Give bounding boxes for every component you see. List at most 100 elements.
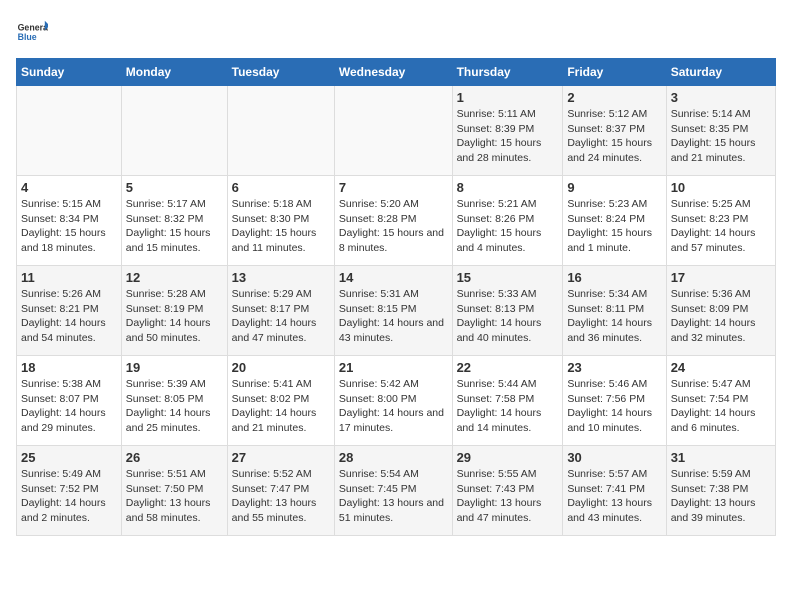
day-number: 31 [671, 450, 771, 465]
day-number: 17 [671, 270, 771, 285]
day-info: Sunrise: 5:23 AM Sunset: 8:24 PM Dayligh… [567, 197, 661, 256]
day-number: 23 [567, 360, 661, 375]
day-number: 11 [21, 270, 117, 285]
week-row-2: 4 Sunrise: 5:15 AM Sunset: 8:34 PM Daylig… [17, 176, 776, 266]
day-number: 4 [21, 180, 117, 195]
column-header-wednesday: Wednesday [334, 59, 452, 86]
column-header-monday: Monday [121, 59, 227, 86]
calendar-cell: 7Sunrise: 5:20 AM Sunset: 8:28 PM Daylig… [334, 176, 452, 266]
calendar-cell: 10 Sunrise: 5:25 AM Sunset: 8:23 PM Dayli… [666, 176, 775, 266]
day-info: Sunrise: 5:51 AM Sunset: 7:50 PM Dayligh… [126, 467, 223, 526]
day-info: Sunrise: 5:21 AM Sunset: 8:26 PM Dayligh… [457, 197, 559, 256]
day-info: Sunrise: 5:15 AM Sunset: 8:34 PM Dayligh… [21, 197, 117, 256]
day-number: 9 [567, 180, 661, 195]
day-info: Sunrise: 5:29 AM Sunset: 8:17 PM Dayligh… [232, 287, 330, 346]
day-info: Sunrise: 5:31 AM Sunset: 8:15 PM Dayligh… [339, 287, 448, 346]
day-info: Sunrise: 5:18 AM Sunset: 8:30 PM Dayligh… [232, 197, 330, 256]
day-number: 2 [567, 90, 661, 105]
calendar-cell: 5Sunrise: 5:17 AM Sunset: 8:32 PM Daylig… [121, 176, 227, 266]
day-number: 26 [126, 450, 223, 465]
column-header-saturday: Saturday [666, 59, 775, 86]
calendar-cell: 31 Sunrise: 5:59 AM Sunset: 7:38 PM Dayli… [666, 446, 775, 536]
calendar-cell: 11 Sunrise: 5:26 AM Sunset: 8:21 PM Dayli… [17, 266, 122, 356]
day-info: Sunrise: 5:25 AM Sunset: 8:23 PM Dayligh… [671, 197, 771, 256]
day-number: 15 [457, 270, 559, 285]
day-info: Sunrise: 5:59 AM Sunset: 7:38 PM Dayligh… [671, 467, 771, 526]
day-number: 5 [126, 180, 223, 195]
day-number: 25 [21, 450, 117, 465]
calendar-cell [227, 86, 334, 176]
calendar-cell [17, 86, 122, 176]
day-number: 19 [126, 360, 223, 375]
calendar-cell [121, 86, 227, 176]
day-number: 6 [232, 180, 330, 195]
svg-text:Blue: Blue [18, 32, 37, 42]
calendar-cell: 6 Sunrise: 5:18 AM Sunset: 8:30 PM Daylig… [227, 176, 334, 266]
day-info: Sunrise: 5:34 AM Sunset: 8:11 PM Dayligh… [567, 287, 661, 346]
calendar-cell: 21 Sunrise: 5:42 AM Sunset: 8:00 PM Dayli… [334, 356, 452, 446]
calendar-cell: 30 Sunrise: 5:57 AM Sunset: 7:41 PM Dayli… [563, 446, 666, 536]
day-number: 8 [457, 180, 559, 195]
calendar-cell: 18Sunrise: 5:38 AM Sunset: 8:07 PM Dayli… [17, 356, 122, 446]
logo-icon: General Blue [16, 16, 48, 48]
day-number: 1 [457, 90, 559, 105]
calendar-cell: 26 Sunrise: 5:51 AM Sunset: 7:50 PM Dayli… [121, 446, 227, 536]
calendar-cell: 17 Sunrise: 5:36 AM Sunset: 8:09 PM Dayli… [666, 266, 775, 356]
week-row-1: 1 Sunrise: 5:11 AM Sunset: 8:39 PM Daylig… [17, 86, 776, 176]
day-info: Sunrise: 5:39 AM Sunset: 8:05 PM Dayligh… [126, 377, 223, 436]
day-number: 18 [21, 360, 117, 375]
calendar-cell: 29Sunrise: 5:55 AM Sunset: 7:43 PM Dayli… [452, 446, 563, 536]
calendar-cell: 25 Sunrise: 5:49 AM Sunset: 7:52 PM Dayli… [17, 446, 122, 536]
day-info: Sunrise: 5:28 AM Sunset: 8:19 PM Dayligh… [126, 287, 223, 346]
day-number: 14 [339, 270, 448, 285]
day-info: Sunrise: 5:46 AM Sunset: 7:56 PM Dayligh… [567, 377, 661, 436]
calendar-cell: 9 Sunrise: 5:23 AM Sunset: 8:24 PM Daylig… [563, 176, 666, 266]
day-number: 12 [126, 270, 223, 285]
day-info: Sunrise: 5:52 AM Sunset: 7:47 PM Dayligh… [232, 467, 330, 526]
day-number: 24 [671, 360, 771, 375]
day-info: Sunrise: 5:47 AM Sunset: 7:54 PM Dayligh… [671, 377, 771, 436]
column-header-thursday: Thursday [452, 59, 563, 86]
day-info: Sunrise: 5:41 AM Sunset: 8:02 PM Dayligh… [232, 377, 330, 436]
day-number: 27 [232, 450, 330, 465]
header-row: SundayMondayTuesdayWednesdayThursdayFrid… [17, 59, 776, 86]
calendar-cell: 20 Sunrise: 5:41 AM Sunset: 8:02 PM Dayli… [227, 356, 334, 446]
day-number: 10 [671, 180, 771, 195]
column-header-sunday: Sunday [17, 59, 122, 86]
calendar-cell: 16Sunrise: 5:34 AM Sunset: 8:11 PM Dayli… [563, 266, 666, 356]
day-info: Sunrise: 5:33 AM Sunset: 8:13 PM Dayligh… [457, 287, 559, 346]
day-number: 28 [339, 450, 448, 465]
day-info: Sunrise: 5:44 AM Sunset: 7:58 PM Dayligh… [457, 377, 559, 436]
calendar-cell: 8 Sunrise: 5:21 AM Sunset: 8:26 PM Daylig… [452, 176, 563, 266]
day-number: 20 [232, 360, 330, 375]
calendar-cell [334, 86, 452, 176]
calendar-cell: 22Sunrise: 5:44 AM Sunset: 7:58 PM Dayli… [452, 356, 563, 446]
day-info: Sunrise: 5:57 AM Sunset: 7:41 PM Dayligh… [567, 467, 661, 526]
column-header-friday: Friday [563, 59, 666, 86]
calendar-cell: 2Sunrise: 5:12 AM Sunset: 8:37 PM Daylig… [563, 86, 666, 176]
calendar-cell: 27 Sunrise: 5:52 AM Sunset: 7:47 PM Dayli… [227, 446, 334, 536]
calendar-cell: 23 Sunrise: 5:46 AM Sunset: 7:56 PM Dayli… [563, 356, 666, 446]
calendar-cell: 4 Sunrise: 5:15 AM Sunset: 8:34 PM Daylig… [17, 176, 122, 266]
calendar-cell: 28 Sunrise: 5:54 AM Sunset: 7:45 PM Dayli… [334, 446, 452, 536]
logo: General Blue [16, 16, 48, 48]
calendar-cell: 24 Sunrise: 5:47 AM Sunset: 7:54 PM Dayli… [666, 356, 775, 446]
week-row-3: 11 Sunrise: 5:26 AM Sunset: 8:21 PM Dayli… [17, 266, 776, 356]
week-row-4: 18Sunrise: 5:38 AM Sunset: 8:07 PM Dayli… [17, 356, 776, 446]
day-number: 21 [339, 360, 448, 375]
day-info: Sunrise: 5:54 AM Sunset: 7:45 PM Dayligh… [339, 467, 448, 526]
day-number: 3 [671, 90, 771, 105]
calendar-cell: 3 Sunrise: 5:14 AM Sunset: 8:35 PM Daylig… [666, 86, 775, 176]
day-info: Sunrise: 5:14 AM Sunset: 8:35 PM Dayligh… [671, 107, 771, 166]
day-number: 13 [232, 270, 330, 285]
day-info: Sunrise: 5:42 AM Sunset: 8:00 PM Dayligh… [339, 377, 448, 436]
calendar-table: SundayMondayTuesdayWednesdayThursdayFrid… [16, 58, 776, 536]
day-info: Sunrise: 5:26 AM Sunset: 8:21 PM Dayligh… [21, 287, 117, 346]
day-number: 7 [339, 180, 448, 195]
week-row-5: 25 Sunrise: 5:49 AM Sunset: 7:52 PM Dayli… [17, 446, 776, 536]
day-info: Sunrise: 5:11 AM Sunset: 8:39 PM Dayligh… [457, 107, 559, 166]
day-info: Sunrise: 5:36 AM Sunset: 8:09 PM Dayligh… [671, 287, 771, 346]
calendar-cell: 14 Sunrise: 5:31 AM Sunset: 8:15 PM Dayli… [334, 266, 452, 356]
day-info: Sunrise: 5:49 AM Sunset: 7:52 PM Dayligh… [21, 467, 117, 526]
day-number: 30 [567, 450, 661, 465]
